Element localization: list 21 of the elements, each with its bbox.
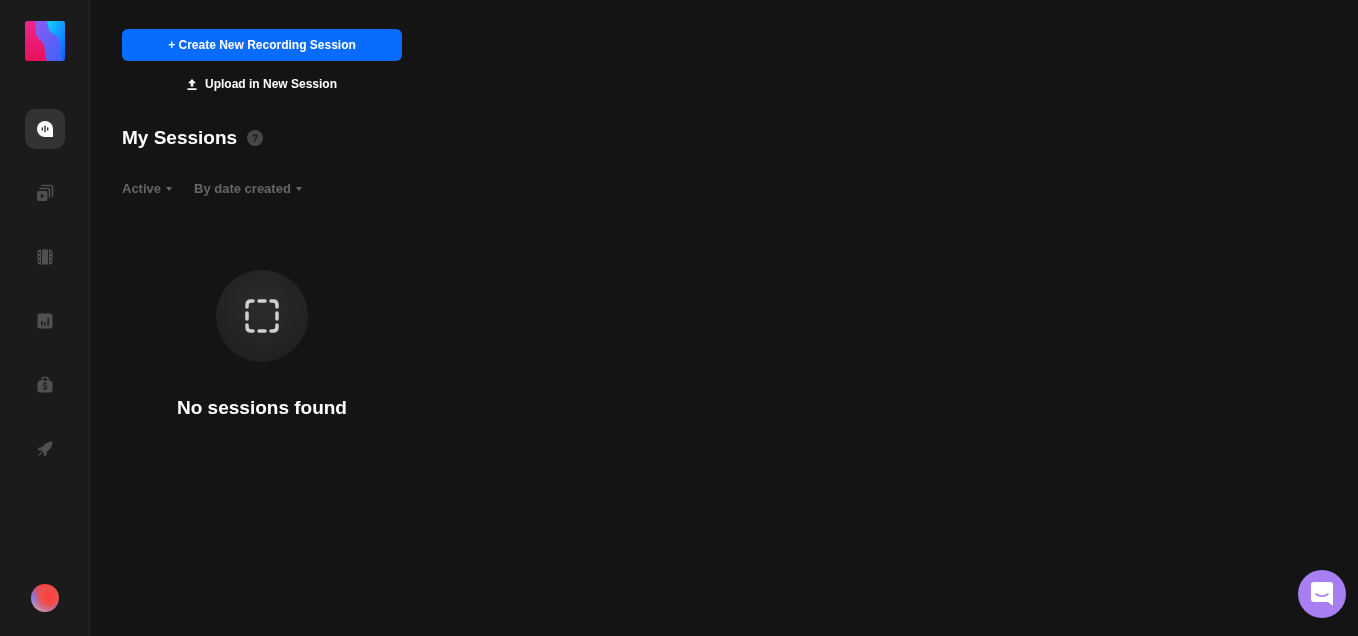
help-button[interactable]: ?	[247, 130, 264, 146]
user-avatar[interactable]	[30, 584, 59, 612]
empty-state-message: No sessions found	[177, 397, 347, 419]
app-logo[interactable]	[24, 21, 65, 61]
filter-dropdown[interactable]: By date created	[194, 180, 302, 198]
chat-launcher-button[interactable]	[1298, 570, 1346, 618]
caret-icon	[295, 187, 302, 191]
rocket-icon	[35, 440, 54, 458]
upload-icon	[187, 78, 197, 90]
sessions-title: My Sessions	[122, 126, 238, 150]
filter-dropdown[interactable]: Active	[122, 180, 173, 198]
caret-icon	[166, 187, 173, 191]
upload-link[interactable]: Upload in New Session	[187, 75, 337, 93]
speech-bubble-icon	[35, 120, 54, 138]
create-session-button[interactable]: + Create New Recording Session	[122, 29, 402, 61]
play-squares-icon	[35, 184, 54, 202]
bar-chart-icon	[35, 312, 54, 330]
sidebar-nav-button[interactable]	[24, 109, 65, 149]
film-strip-icon	[35, 248, 54, 266]
chat-bubble-icon	[1311, 582, 1333, 606]
dollar-bag-icon	[35, 376, 54, 394]
